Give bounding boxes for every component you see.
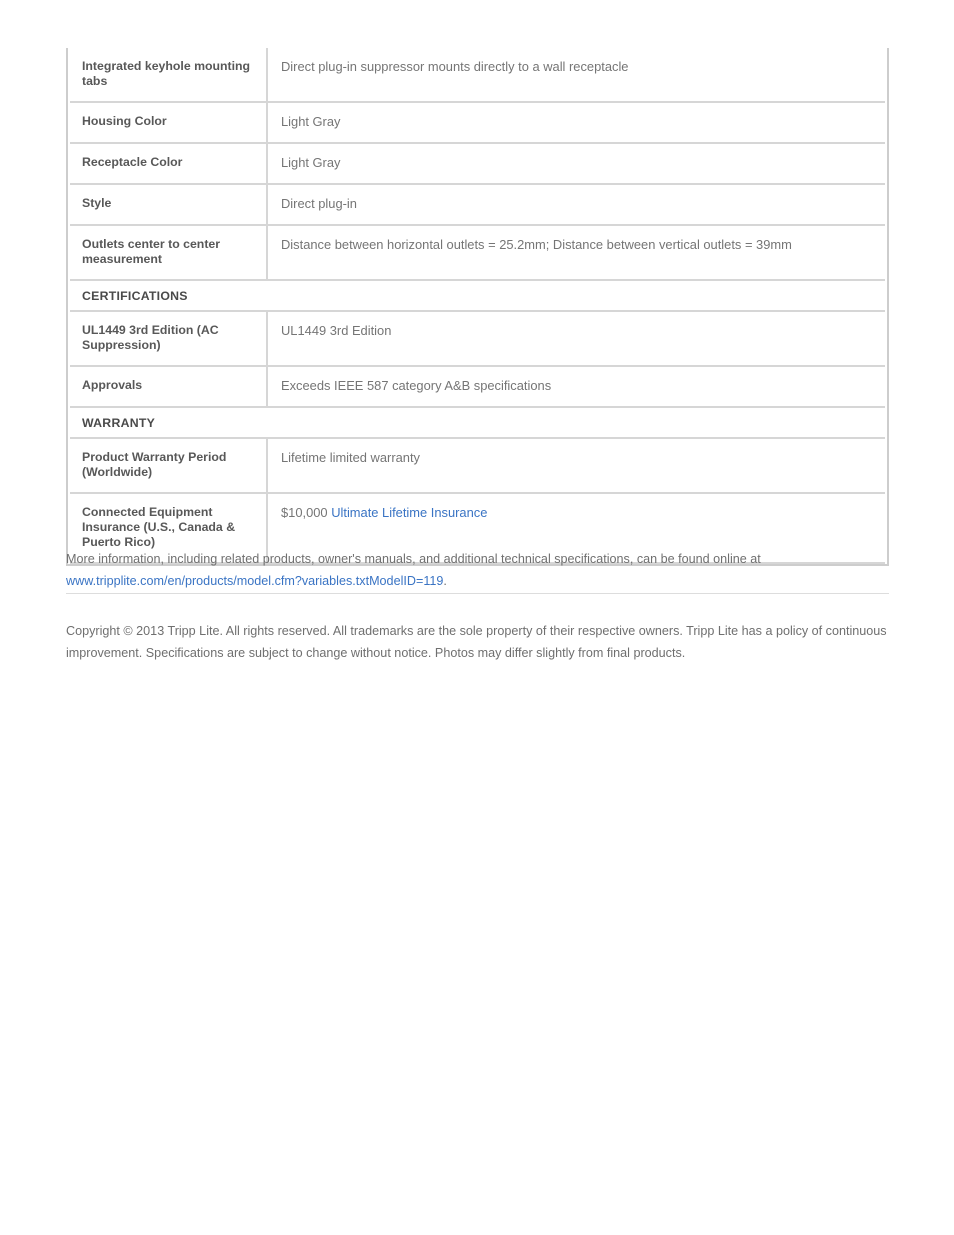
spec-value-text: Light Gray bbox=[281, 114, 341, 129]
section-header-certifications: CERTIFICATIONS bbox=[70, 279, 885, 312]
spec-value-text: UL1449 3rd Edition bbox=[281, 323, 392, 338]
spec-value-text: Direct plug-in suppressor mounts directl… bbox=[281, 59, 629, 74]
spec-label: UL1449 3rd Edition (AC Suppression) bbox=[70, 311, 268, 367]
section-header-warranty: WARRANTY bbox=[70, 406, 885, 439]
table-row: Outlets center to center measurement Dis… bbox=[70, 225, 885, 281]
spec-value: Light Gray bbox=[267, 102, 885, 144]
table-row: UL1449 3rd Edition (AC Suppression) UL14… bbox=[70, 311, 885, 367]
spec-value: Direct plug-in bbox=[267, 184, 885, 226]
spec-value-text: $10,000 bbox=[281, 505, 332, 520]
spec-value-text: Distance between horizontal outlets = 25… bbox=[281, 237, 792, 252]
spec-label: Housing Color bbox=[70, 102, 268, 144]
spec-value: Exceeds IEEE 587 category A&B specificat… bbox=[267, 366, 885, 408]
spec-value-text: Lifetime limited warranty bbox=[281, 450, 420, 465]
spec-value: Distance between horizontal outlets = 25… bbox=[267, 225, 885, 281]
table-row: Housing Color Light Gray bbox=[70, 102, 885, 144]
more-information-trailing-period: . bbox=[443, 573, 447, 588]
spec-value: Light Gray bbox=[267, 143, 885, 185]
table-row: Product Warranty Period (Worldwide) Life… bbox=[70, 438, 885, 494]
spec-label: Style bbox=[70, 184, 268, 226]
spec-value: Lifetime limited warranty bbox=[267, 438, 885, 494]
spec-value: Direct plug-in suppressor mounts directl… bbox=[267, 48, 885, 103]
table-row: Style Direct plug-in bbox=[70, 184, 885, 226]
spec-label: Outlets center to center measurement bbox=[70, 225, 268, 281]
more-information-lead-text: More information, including related prod… bbox=[66, 551, 761, 566]
spec-label: Approvals bbox=[70, 366, 268, 408]
product-page-url-link[interactable]: www.tripplite.com/en/products/model.cfm?… bbox=[66, 574, 443, 588]
specifications-table: Integrated keyhole mounting tabs Direct … bbox=[70, 48, 885, 564]
spec-label: Receptacle Color bbox=[70, 143, 268, 185]
spec-value-composite: $10,000 Ultimate Lifetime Insurance bbox=[279, 505, 873, 521]
table-row: Receptacle Color Light Gray bbox=[70, 143, 885, 185]
ultimate-lifetime-insurance-link[interactable]: Ultimate Lifetime Insurance bbox=[331, 505, 487, 520]
more-information-paragraph: More information, including related prod… bbox=[66, 548, 896, 592]
copyright-notice: Copyright © 2013 Tripp Lite. All rights … bbox=[66, 623, 887, 660]
spec-value: UL1449 3rd Edition bbox=[267, 311, 885, 367]
table-section-header-row: CERTIFICATIONS bbox=[70, 279, 885, 312]
spec-value-text: Exceeds IEEE 587 category A&B specificat… bbox=[281, 378, 552, 393]
spec-value-text: Direct plug-in bbox=[281, 196, 357, 211]
footer-divider bbox=[66, 593, 889, 594]
specifications-table-body: Integrated keyhole mounting tabs Direct … bbox=[70, 48, 885, 564]
specifications-table-container: Integrated keyhole mounting tabs Direct … bbox=[66, 48, 889, 566]
spec-label: Product Warranty Period (Worldwide) bbox=[70, 438, 268, 494]
spec-label: Integrated keyhole mounting tabs bbox=[70, 48, 268, 103]
spec-value-text: Light Gray bbox=[281, 155, 341, 170]
table-row: Integrated keyhole mounting tabs Direct … bbox=[70, 48, 885, 103]
table-row: Approvals Exceeds IEEE 587 category A&B … bbox=[70, 366, 885, 408]
table-section-header-row: WARRANTY bbox=[70, 406, 885, 439]
